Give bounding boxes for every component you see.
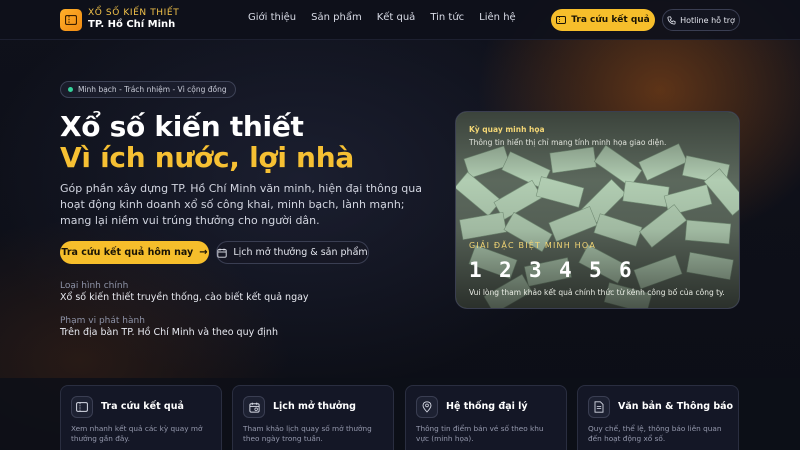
prize-digit: 1 xyxy=(469,258,482,282)
schedule-products-label: Lịch mở thưởng & sản phẩm xyxy=(233,247,368,258)
card-description: Thông tin điểm bán vé số theo khu vực (m… xyxy=(416,424,544,443)
hero-title-line2: Vì ích nước, lợi nhà xyxy=(60,141,354,174)
calendar-icon xyxy=(243,396,265,418)
card-title: Tra cứu kết quả xyxy=(101,401,184,412)
header-lookup-button[interactable]: Tra cứu kết quả xyxy=(551,9,655,31)
card-description: Quy chế, thể lệ, thông báo liên quan đến… xyxy=(588,424,722,443)
prize-digit: 5 xyxy=(589,258,602,282)
nav-item-tin-tuc[interactable]: Tin tức xyxy=(430,12,464,23)
tagline-pill: Minh bạch - Trách nhiệm - Vì cộng đồng xyxy=(60,81,236,98)
card-description: Xem nhanh kết quả các kỳ quay mở thưởng … xyxy=(71,424,203,443)
draw-preview-title: Kỳ quay minh họa xyxy=(469,125,545,134)
draw-preview-subtitle: Thông tin hiển thị chỉ mang tính minh họ… xyxy=(469,138,667,147)
hero-title-line1: Xổ số kiến thiết xyxy=(60,110,304,143)
info-value-scope: Trên địa bàn TP. Hồ Chí Minh và theo quy… xyxy=(60,327,278,338)
brand-line2: TP. Hồ Chí Minh xyxy=(88,19,176,30)
nav-item-ket-qua[interactable]: Kết quả xyxy=(377,12,416,23)
hotline-label: Hotline hỗ trợ xyxy=(680,15,735,25)
card-title: Lịch mở thưởng xyxy=(273,401,356,412)
special-prize-label: GIẢI ĐẶC BIỆT MINH HỌA xyxy=(469,241,597,250)
phone-icon xyxy=(667,15,676,25)
arrow-right-icon: → xyxy=(199,247,208,258)
prize-digit: 3 xyxy=(529,258,542,282)
card-agent-network[interactable]: Hệ thống đại lý Thông tin điểm bán vé số… xyxy=(405,385,567,450)
brand-line1: XỔ SỐ KIẾN THIẾT xyxy=(88,8,180,18)
prize-digits: 1 2 3 4 5 6 xyxy=(469,258,649,282)
hotline-button[interactable]: Hotline hỗ trợ xyxy=(662,9,740,31)
hero-description: Góp phần xây dựng TP. Hồ Chí Minh văn mi… xyxy=(60,182,423,227)
prize-digit: 6 xyxy=(619,258,632,282)
ticket-icon xyxy=(556,16,567,24)
info-value-type: Xổ số kiến thiết truyền thống, cào biết … xyxy=(60,292,309,303)
calendar-icon xyxy=(217,248,227,258)
nav-item-san-pham[interactable]: Sản phẩm xyxy=(311,12,362,23)
card-draw-schedule[interactable]: Lịch mở thưởng Tham khảo lịch quay số mở… xyxy=(232,385,394,450)
tagline-text: Minh bạch - Trách nhiệm - Vì cộng đồng xyxy=(78,85,227,94)
prize-digit: 2 xyxy=(499,258,512,282)
ticket-icon xyxy=(71,396,93,418)
card-documents-notices[interactable]: Văn bản & Thông báo Quy chế, thể lệ, thô… xyxy=(577,385,739,450)
lookup-today-label: Tra cứu kết quả hôm nay xyxy=(61,247,194,258)
map-pin-icon xyxy=(416,396,438,418)
lookup-today-button[interactable]: Tra cứu kết quả hôm nay → xyxy=(60,241,209,264)
info-label-type: Loại hình chính xyxy=(60,281,129,291)
card-description: Tham khảo lịch quay số mở thưởng theo ng… xyxy=(243,424,372,443)
logo-ticket-icon[interactable] xyxy=(60,9,82,31)
schedule-products-button[interactable]: Lịch mở thưởng & sản phẩm xyxy=(216,241,369,264)
brand[interactable]: XỔ SỐ KIẾN THIẾT TP. Hồ Chí Minh xyxy=(88,8,179,30)
status-dot xyxy=(68,87,73,92)
site-header: XỔ SỐ KIẾN THIẾT TP. Hồ Chí Minh Giới th… xyxy=(0,0,800,40)
prize-digit: 4 xyxy=(559,258,572,282)
nav-item-lien-he[interactable]: Liên hệ xyxy=(479,12,516,23)
card-results-lookup[interactable]: Tra cứu kết quả Xem nhanh kết quả các kỳ… xyxy=(60,385,222,450)
official-results-note: Vui lòng tham khảo kết quả chính thức từ… xyxy=(469,288,725,297)
card-title: Văn bản & Thông báo xyxy=(618,401,734,412)
nav-item-gioi-thieu[interactable]: Giới thiệu xyxy=(248,12,296,23)
document-icon xyxy=(588,396,610,418)
header-lookup-label: Tra cứu kết quả xyxy=(571,15,650,25)
card-title: Hệ thống đại lý xyxy=(446,401,528,412)
draw-preview-card: Kỳ quay minh họa Thông tin hiển thị chỉ … xyxy=(455,111,740,309)
main-nav: Giới thiệu Sản phẩm Kết quả Tin tức Liên… xyxy=(248,12,531,23)
info-label-scope: Phạm vi phát hành xyxy=(60,316,145,326)
